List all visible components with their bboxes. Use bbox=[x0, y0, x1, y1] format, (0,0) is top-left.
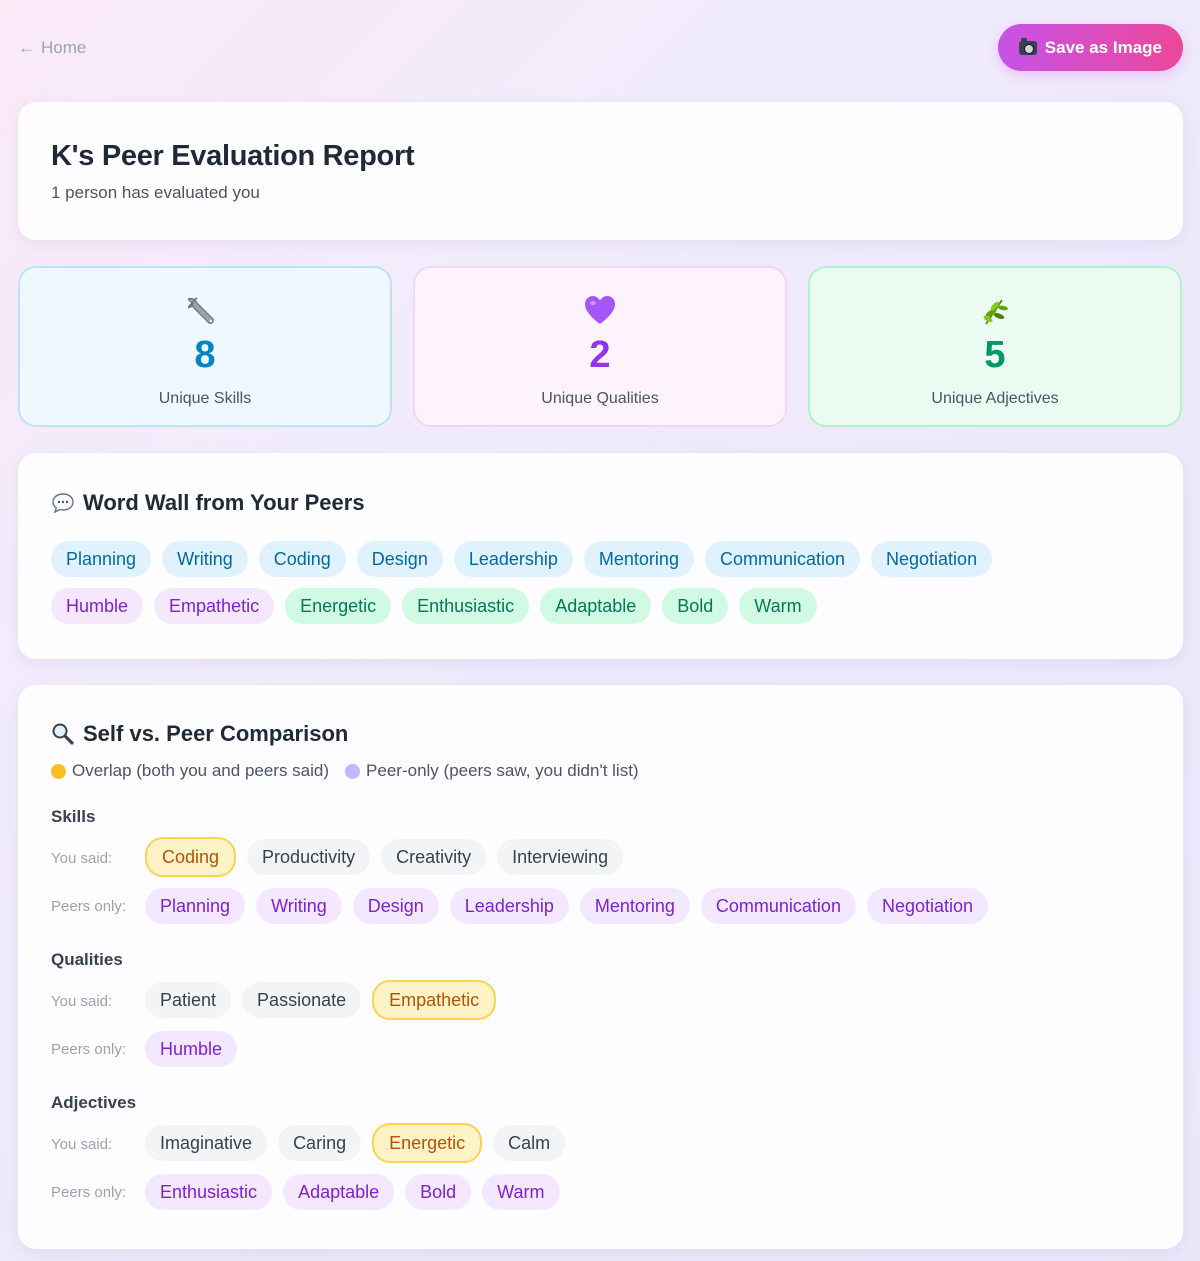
stat-label-adjectives: Unique Adjectives bbox=[931, 390, 1059, 407]
word-tag-adjective: Adaptable bbox=[540, 588, 652, 624]
word-tag-skill: Leadership bbox=[453, 541, 573, 577]
word-wall-title: Word Wall from Your Peers bbox=[51, 490, 1150, 516]
peers-only-row-adjectives: Peers only: Enthusiastic Adaptable Bold … bbox=[51, 1174, 1150, 1210]
word-tag-skill: Communication bbox=[704, 541, 861, 577]
peer-tag: Humble bbox=[145, 1031, 238, 1067]
you-said-row-qualities: You said: Patient Passionate Empathetic bbox=[51, 980, 1150, 1020]
page-title: K's Peer Evaluation Report bbox=[51, 140, 415, 172]
word-tag-skill: Design bbox=[356, 541, 443, 577]
group-title-adjectives: Adjectives bbox=[51, 1093, 137, 1112]
peer-dot-icon bbox=[345, 763, 361, 779]
group-title-skills: Skills bbox=[51, 807, 96, 826]
stat-value-qualities: 2 bbox=[589, 334, 611, 376]
self-tag: Imaginative bbox=[145, 1125, 268, 1161]
you-said-row-adjectives: You said: Imaginative Caring Energetic C… bbox=[51, 1123, 1150, 1163]
comparison-title-text: Self vs. Peer Comparison bbox=[83, 721, 349, 746]
stat-value-adjectives: 5 bbox=[984, 334, 1006, 376]
legend-overlap: Overlap (both you and peers said) bbox=[51, 761, 329, 781]
word-tag-skill: Planning bbox=[51, 541, 152, 577]
magnifier-icon bbox=[52, 723, 74, 745]
word-wall-title-text: Word Wall from Your Peers bbox=[83, 490, 365, 515]
stat-card-qualities: 2 Unique Qualities bbox=[413, 266, 787, 427]
self-tag: Interviewing bbox=[497, 839, 624, 875]
peer-tag: Mentoring bbox=[579, 888, 690, 924]
group-title-qualities: Qualities bbox=[51, 950, 123, 969]
comparison-card: Self vs. Peer Comparison Overlap (both y… bbox=[18, 685, 1183, 1249]
stat-value-skills: 8 bbox=[194, 334, 216, 376]
self-tag: Caring bbox=[278, 1125, 362, 1161]
herb-icon bbox=[978, 294, 1012, 328]
save-as-image-button[interactable]: Save as Image bbox=[997, 24, 1183, 71]
overlap-dot-icon bbox=[51, 763, 66, 779]
word-wall-tags: Planning Writing Coding Design Leadershi… bbox=[51, 541, 1091, 624]
stat-card-skills: 8 Unique Skills bbox=[18, 266, 392, 427]
home-link[interactable]: ← Home bbox=[18, 38, 86, 58]
you-said-label: You said: bbox=[51, 992, 113, 1010]
stat-card-adjectives: 5 Unique Adjectives bbox=[808, 266, 1182, 427]
you-said-label: You said: bbox=[51, 849, 113, 867]
peer-tag: Writing bbox=[256, 888, 342, 924]
word-tag-skill: Negotiation bbox=[871, 541, 993, 577]
comparison-title: Self vs. Peer Comparison bbox=[51, 721, 1150, 747]
legend-overlap-text: Overlap (both you and peers said) bbox=[72, 761, 330, 780]
word-tag-quality: Humble bbox=[51, 588, 144, 624]
peer-tag: Planning bbox=[145, 888, 246, 924]
peer-tag: Negotiation bbox=[866, 888, 989, 924]
speech-bubble-icon bbox=[52, 493, 74, 514]
peer-tag: Bold bbox=[405, 1174, 472, 1210]
page-subtitle: 1 person has evaluated you bbox=[51, 183, 260, 202]
self-tag: Passionate bbox=[242, 982, 362, 1018]
peers-only-label: Peers only: bbox=[51, 1040, 127, 1058]
comparison-legend: Overlap (both you and peers said) Peer-o… bbox=[51, 761, 1150, 781]
peer-tag: Enthusiastic bbox=[145, 1174, 273, 1210]
top-bar: ← Home Save as Image bbox=[18, 24, 1183, 71]
arrow-left-icon: ← bbox=[18, 37, 35, 57]
peer-tag: Design bbox=[352, 888, 439, 924]
camera-icon bbox=[1018, 37, 1037, 55]
word-wall-card: Word Wall from Your Peers Planning Writi… bbox=[18, 453, 1183, 659]
peer-tag: Communication bbox=[700, 888, 856, 924]
legend-peer-text: Peer-only (peers saw, you didn't list) bbox=[366, 761, 639, 780]
self-tag: Productivity bbox=[247, 839, 371, 875]
you-said-row-skills: You said: Coding Productivity Creativity… bbox=[51, 837, 1150, 877]
self-tag: Creativity bbox=[381, 839, 487, 875]
stat-label-skills: Unique Skills bbox=[158, 390, 252, 407]
wrench-icon bbox=[188, 294, 222, 328]
home-link-label: Home bbox=[41, 37, 87, 57]
word-tag-adjective: Energetic bbox=[285, 588, 392, 624]
peer-tag: Leadership bbox=[449, 888, 569, 924]
word-tag-adjective: Warm bbox=[739, 588, 817, 624]
stat-label-qualities: Unique Qualities bbox=[541, 390, 659, 407]
word-tag-adjective: Enthusiastic bbox=[402, 588, 530, 624]
self-tag-overlap: Coding bbox=[145, 837, 237, 877]
peers-only-row-skills: Peers only: Planning Writing Design Lead… bbox=[51, 888, 1150, 924]
self-tag: Calm bbox=[493, 1125, 566, 1161]
word-tag-quality: Empathetic bbox=[154, 588, 275, 624]
word-tag-skill: Coding bbox=[258, 541, 346, 577]
peers-only-row-qualities: Peers only: Humble bbox=[51, 1031, 1150, 1067]
report-header: K's Peer Evaluation Report 1 person has … bbox=[18, 102, 1183, 240]
you-said-label: You said: bbox=[51, 1135, 113, 1153]
peers-only-label: Peers only: bbox=[51, 1183, 127, 1201]
legend-peer-only: Peer-only (peers saw, you didn't list) bbox=[345, 761, 639, 781]
peers-only-label: Peers only: bbox=[51, 897, 127, 915]
save-as-image-label: Save as Image bbox=[1044, 37, 1162, 57]
purple-heart-icon bbox=[583, 294, 617, 328]
word-tag-skill: Mentoring bbox=[583, 541, 694, 577]
peer-tag: Adaptable bbox=[283, 1174, 395, 1210]
self-tag: Patient bbox=[145, 982, 232, 1018]
self-tag-overlap: Energetic bbox=[372, 1123, 483, 1163]
word-tag-skill: Writing bbox=[162, 541, 248, 577]
word-tag-adjective: Bold bbox=[662, 588, 729, 624]
self-tag-overlap: Empathetic bbox=[372, 980, 497, 1020]
peer-tag: Warm bbox=[482, 1174, 560, 1210]
